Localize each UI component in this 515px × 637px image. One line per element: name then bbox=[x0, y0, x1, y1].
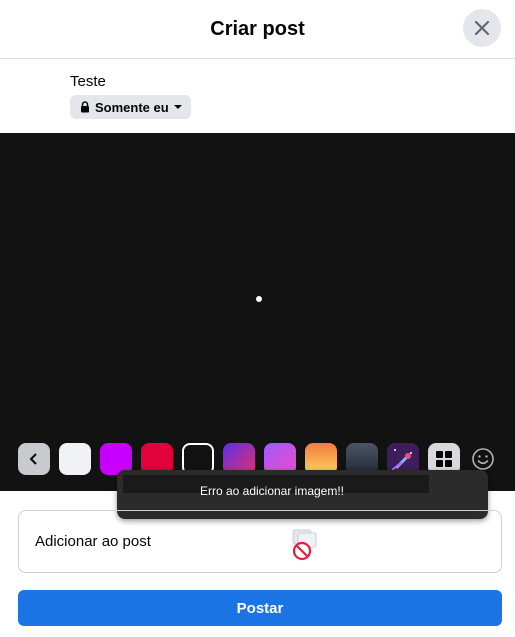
text-background-canvas[interactable] bbox=[0, 133, 515, 491]
close-icon bbox=[474, 20, 490, 36]
toast-message: Erro ao adicionar imagem!! bbox=[199, 484, 345, 498]
grid-icon bbox=[436, 451, 452, 467]
user-name: Teste bbox=[70, 73, 106, 90]
privacy-selector[interactable]: Somente eu bbox=[70, 95, 191, 119]
smiley-icon bbox=[472, 448, 494, 470]
emoji-button[interactable] bbox=[470, 446, 496, 472]
photo-video-button[interactable] bbox=[290, 529, 320, 561]
post-button[interactable]: Postar bbox=[18, 590, 502, 626]
background-swatch-white[interactable] bbox=[59, 443, 91, 475]
dialog-header: Criar post bbox=[0, 0, 515, 59]
lock-icon bbox=[81, 101, 89, 113]
dialog-title: Criar post bbox=[210, 17, 305, 40]
background-back-button[interactable] bbox=[18, 443, 50, 475]
add-to-post-label: Adicionar ao post bbox=[35, 533, 151, 550]
add-to-post-box: Adicionar ao post bbox=[18, 510, 502, 573]
close-button[interactable] bbox=[463, 9, 501, 47]
text-cursor bbox=[256, 296, 262, 302]
privacy-label: Somente eu bbox=[95, 99, 169, 115]
chevron-left-icon bbox=[29, 453, 37, 465]
caret-down-icon bbox=[173, 105, 182, 109]
photo-unavailable-icon bbox=[292, 529, 317, 561]
